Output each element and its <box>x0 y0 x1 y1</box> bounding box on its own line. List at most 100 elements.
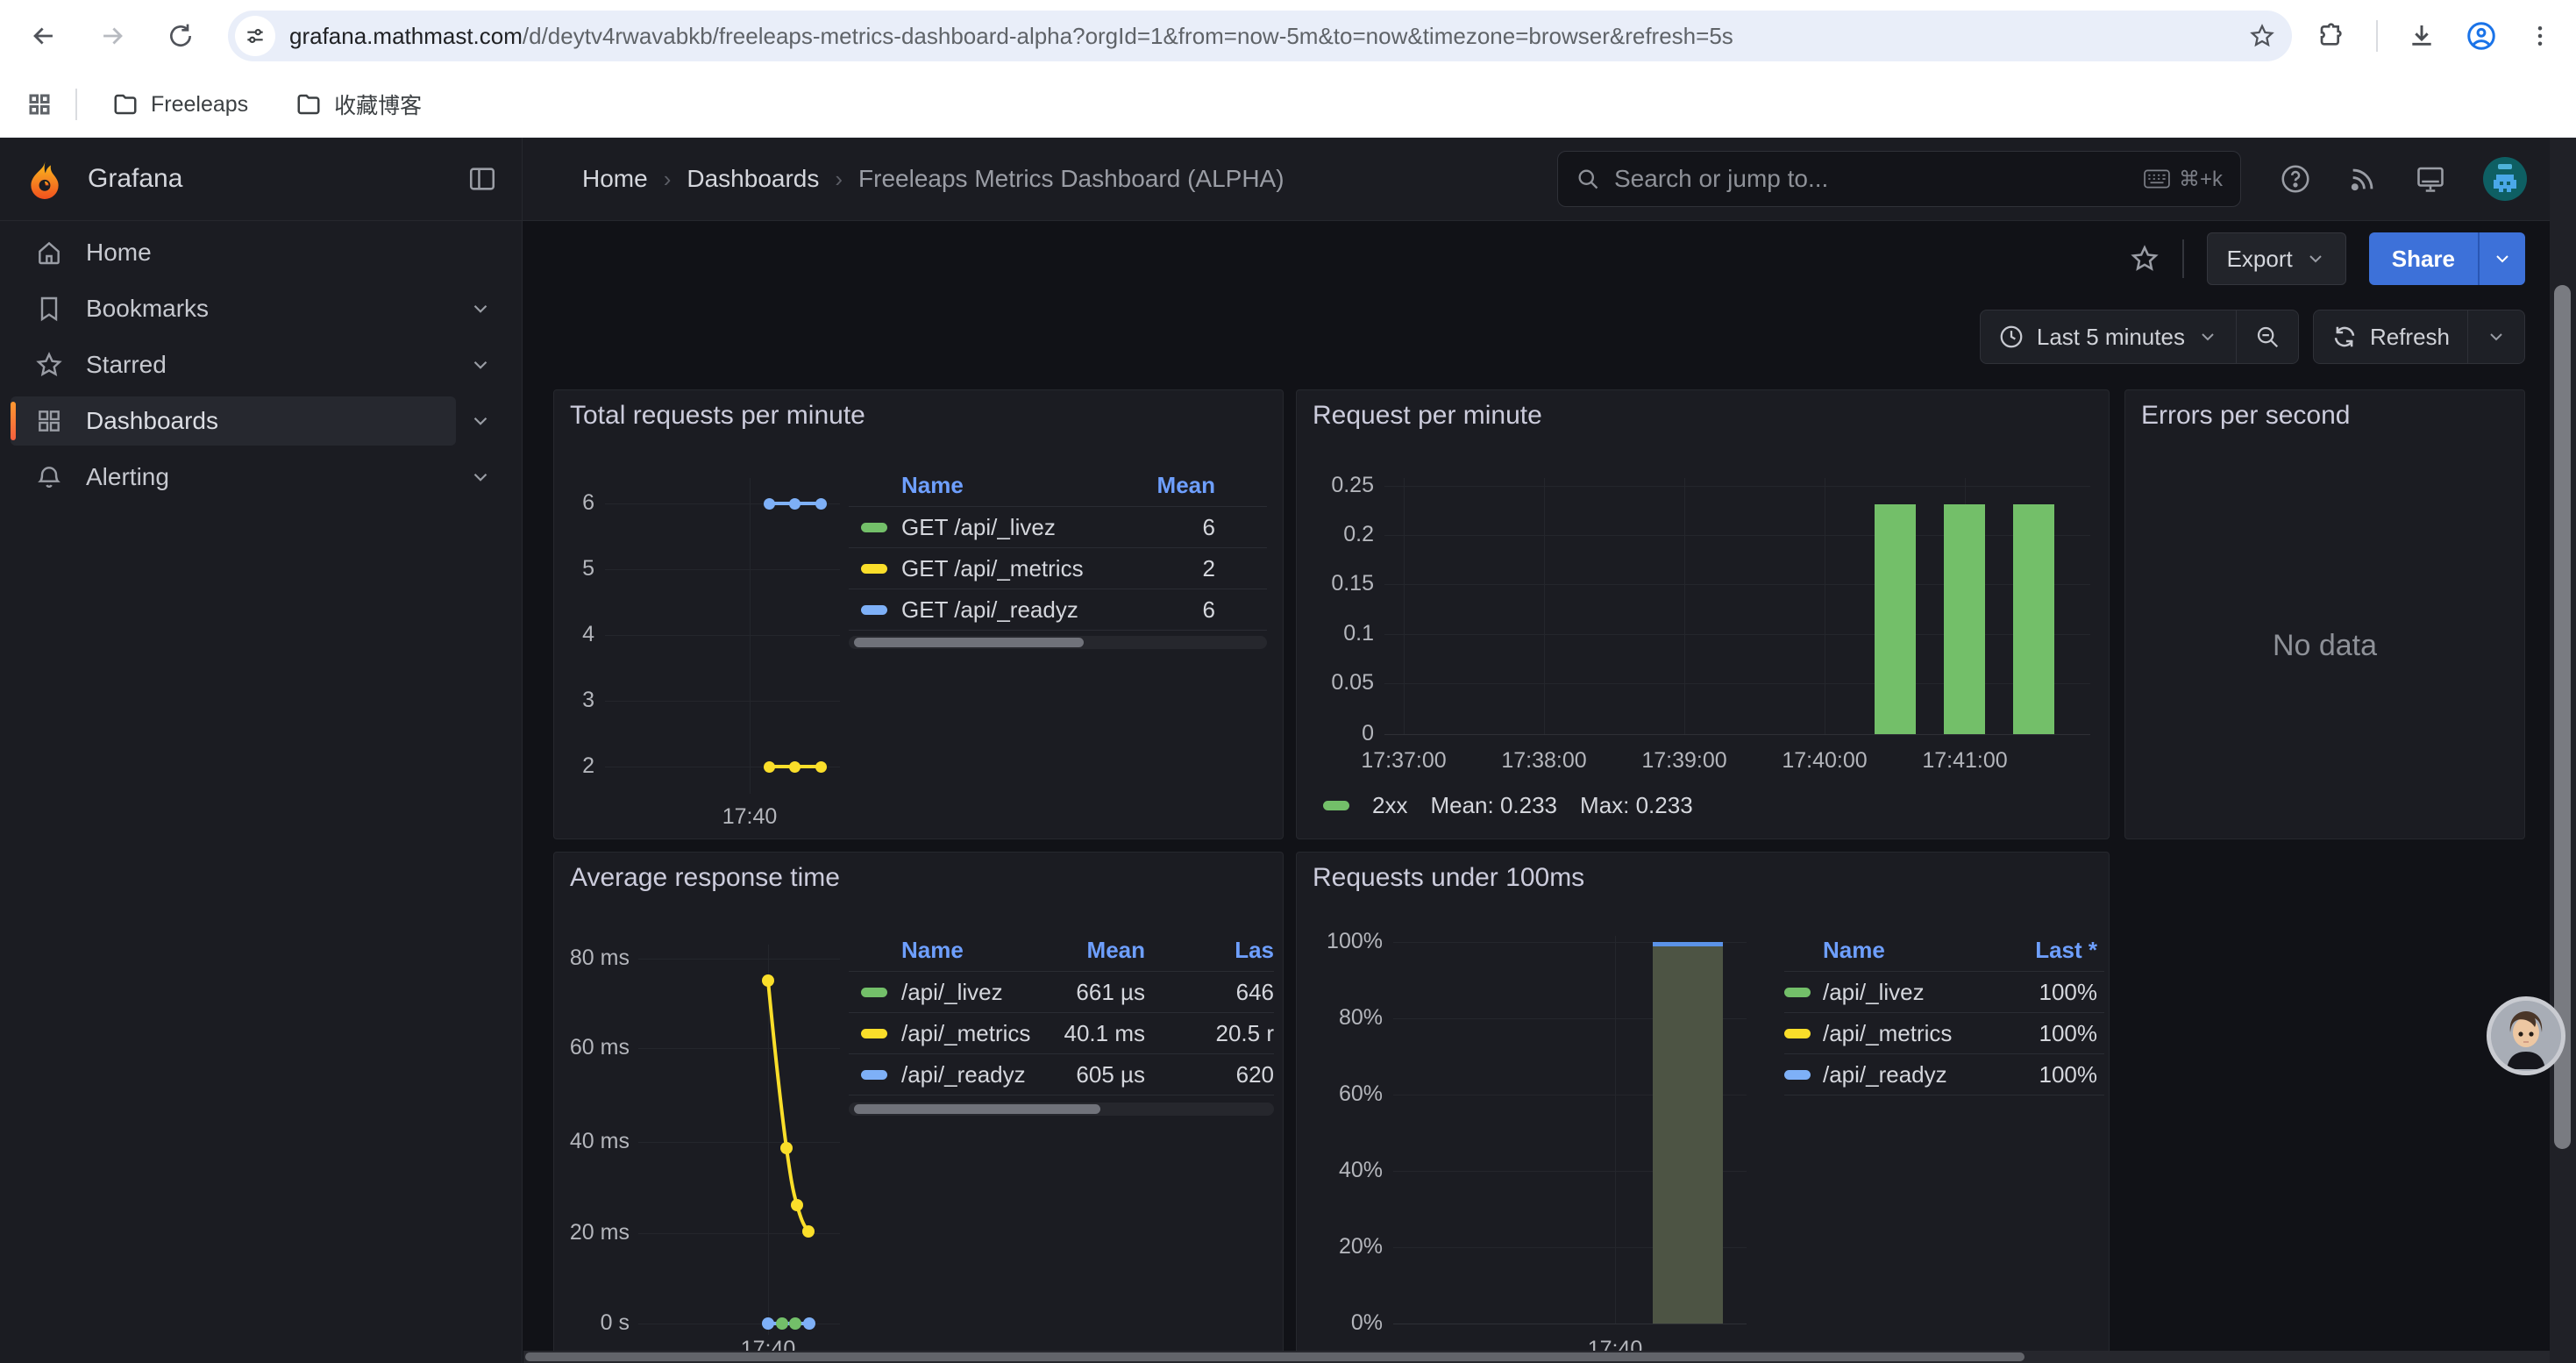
legend-row[interactable]: GET /api/_livez 6 <box>849 507 1267 548</box>
browser-chrome: grafana.mathmast.com/d/deytv4rwavabkb/fr… <box>0 0 2576 138</box>
legend-row[interactable]: /api/_readyz 100% <box>1784 1054 2104 1095</box>
export-button[interactable]: Export <box>2207 232 2346 285</box>
data-point <box>815 761 827 773</box>
y-tick-label: 3 <box>554 688 594 713</box>
series-name[interactable]: /api/_livez <box>1823 979 1925 1006</box>
series-color-pill <box>1784 1070 1811 1080</box>
legend-col-mean[interactable]: Mean <box>1157 472 1215 499</box>
breadcrumb-separator: › <box>664 166 672 193</box>
chevron-down-icon[interactable] <box>469 353 492 376</box>
legend-row[interactable]: GET /api/_metrics 2 <box>849 548 1267 589</box>
gridline <box>1684 478 1685 734</box>
reload-button[interactable] <box>160 15 202 57</box>
bookmark-folder-blogs[interactable]: 收藏博客 <box>283 82 434 127</box>
sidebar-header: Grafana <box>0 138 522 221</box>
data-point <box>789 498 801 510</box>
legend-col-last[interactable]: Las <box>1211 937 1274 964</box>
search-input[interactable]: Search or jump to... ⌘+k <box>1557 151 2241 207</box>
gridline <box>1615 936 1616 1324</box>
chevron-down-icon[interactable] <box>469 466 492 489</box>
legend-row[interactable]: /api/_livez 661 µs 646 <box>849 972 1274 1013</box>
panel-avg-response-time[interactable]: Average response time 80 ms 60 ms 40 ms … <box>553 852 1284 1363</box>
legend-col-last[interactable]: Last * <box>2035 937 2097 964</box>
breadcrumb-home[interactable]: Home <box>582 165 648 193</box>
legend-row[interactable]: /api/_livez 100% <box>1784 972 2104 1013</box>
zoom-out-button[interactable] <box>2237 310 2298 363</box>
sidebar-item-dashboards[interactable]: Dashboards <box>11 396 456 446</box>
kiosk-monitor-icon[interactable] <box>2415 163 2446 195</box>
legend-row[interactable]: /api/_readyz 605 µs 620 <box>849 1054 1274 1095</box>
panel-requests-under-100ms[interactable]: Requests under 100ms 100% 80% 60% 40% 20… <box>1296 852 2110 1363</box>
legend-row[interactable]: /api/_metrics 40.1 ms 20.5 r <box>849 1013 1274 1054</box>
series-name[interactable]: /api/_readyz <box>901 1061 1026 1088</box>
sidebar-item-bookmarks[interactable]: Bookmarks <box>11 284 469 333</box>
refresh-button[interactable]: Refresh <box>2314 310 2467 363</box>
favorite-star-icon[interactable] <box>2130 244 2160 274</box>
user-avatar[interactable] <box>2483 157 2527 201</box>
legend-col-name[interactable]: Name <box>1823 937 1885 964</box>
bar-2xx <box>1875 504 1916 734</box>
legend-table: Name Mean Las /api/_livez 661 µs 646 /ap… <box>849 930 1274 1095</box>
legend-col-name[interactable]: Name <box>901 472 964 499</box>
horizontal-scrollbar[interactable] <box>523 1351 2550 1363</box>
share-label[interactable]: Share <box>2369 232 2478 285</box>
search-icon <box>1576 167 1600 191</box>
horizontal-scrollbar-thumb[interactable] <box>525 1352 2025 1361</box>
grafana-logo-icon[interactable] <box>25 159 65 199</box>
series-name[interactable]: /api/_readyz <box>1823 1061 1947 1088</box>
share-menu-chevron-icon[interactable] <box>2478 232 2525 285</box>
series-name[interactable]: GET /api/_readyz <box>901 596 1078 624</box>
legend-scrollbar[interactable] <box>849 636 1267 649</box>
extensions-icon[interactable] <box>2318 22 2346 50</box>
panel-total-requests[interactable]: Total requests per minute 6 5 4 3 2 17:4… <box>553 389 1284 839</box>
series-name[interactable]: /api/_livez <box>901 979 1003 1006</box>
legend-col-mean[interactable]: Mean <box>1087 937 1145 964</box>
gridline <box>1404 478 1405 734</box>
x-tick-label: 17:41:00 <box>1904 748 2026 774</box>
sidebar-item-alerting[interactable]: Alerting <box>11 453 469 502</box>
legend-scrollbar-thumb[interactable] <box>854 1104 1100 1114</box>
downloads-icon[interactable] <box>2408 22 2436 50</box>
legend-scrollbar[interactable] <box>849 1103 1274 1116</box>
series-name[interactable]: /api/_metrics <box>901 1020 1030 1047</box>
help-icon[interactable] <box>2280 163 2311 195</box>
assistant-avatar[interactable] <box>2487 996 2565 1075</box>
y-tick-label: 0.1 <box>1297 621 1374 646</box>
legend-row[interactable]: GET /api/_readyz 6 <box>849 589 1267 631</box>
bell-icon <box>35 463 63 491</box>
vertical-scrollbar[interactable] <box>2550 138 2576 1363</box>
news-rss-icon[interactable] <box>2348 164 2378 194</box>
url-bar[interactable]: grafana.mathmast.com/d/deytv4rwavabkb/fr… <box>228 11 2292 61</box>
legend-col-name[interactable]: Name <box>901 937 964 964</box>
series-name[interactable]: 2xx <box>1372 792 1407 819</box>
series-last: 100% <box>2039 979 2098 1006</box>
forward-button[interactable] <box>91 15 133 57</box>
panel-request-per-minute[interactable]: Request per minute 0.25 0.2 0.15 0.1 0.0… <box>1296 389 2110 839</box>
legend-header: Name Last * <box>1784 930 2104 972</box>
bookmark-star-icon[interactable] <box>2243 15 2281 57</box>
apps-grid-icon[interactable] <box>26 91 53 118</box>
chevron-down-icon[interactable] <box>469 410 492 432</box>
site-settings-icon[interactable] <box>235 16 275 56</box>
legend-row[interactable]: /api/_metrics 100% <box>1784 1013 2104 1054</box>
series-name[interactable]: GET /api/_livez <box>901 514 1056 541</box>
profile-icon[interactable] <box>2466 20 2497 52</box>
refresh-interval-dropdown[interactable] <box>2468 310 2524 363</box>
clock-icon <box>1998 324 2025 350</box>
sidebar-item-home[interactable]: Home <box>11 228 511 277</box>
panel-errors-per-second[interactable]: Errors per second No data <box>2124 389 2525 839</box>
share-button[interactable]: Share <box>2369 232 2525 285</box>
y-tick-label: 6 <box>554 490 594 516</box>
sidebar-item-starred[interactable]: Starred <box>11 340 469 389</box>
series-name[interactable]: /api/_metrics <box>1823 1020 1952 1047</box>
browser-menu-icon[interactable] <box>2527 23 2553 49</box>
legend-scrollbar-thumb[interactable] <box>854 638 1084 647</box>
series-name[interactable]: GET /api/_metrics <box>901 555 1084 582</box>
y-tick-label: 40% <box>1297 1158 1383 1183</box>
back-button[interactable] <box>23 15 65 57</box>
chevron-down-icon[interactable] <box>469 297 492 320</box>
breadcrumb-dashboards[interactable]: Dashboards <box>687 165 819 193</box>
bookmark-folder-freeleaps[interactable]: Freeleaps <box>100 84 260 125</box>
sidebar-toggle-icon[interactable] <box>467 164 497 194</box>
time-range-picker[interactable]: Last 5 minutes <box>1981 310 2236 363</box>
